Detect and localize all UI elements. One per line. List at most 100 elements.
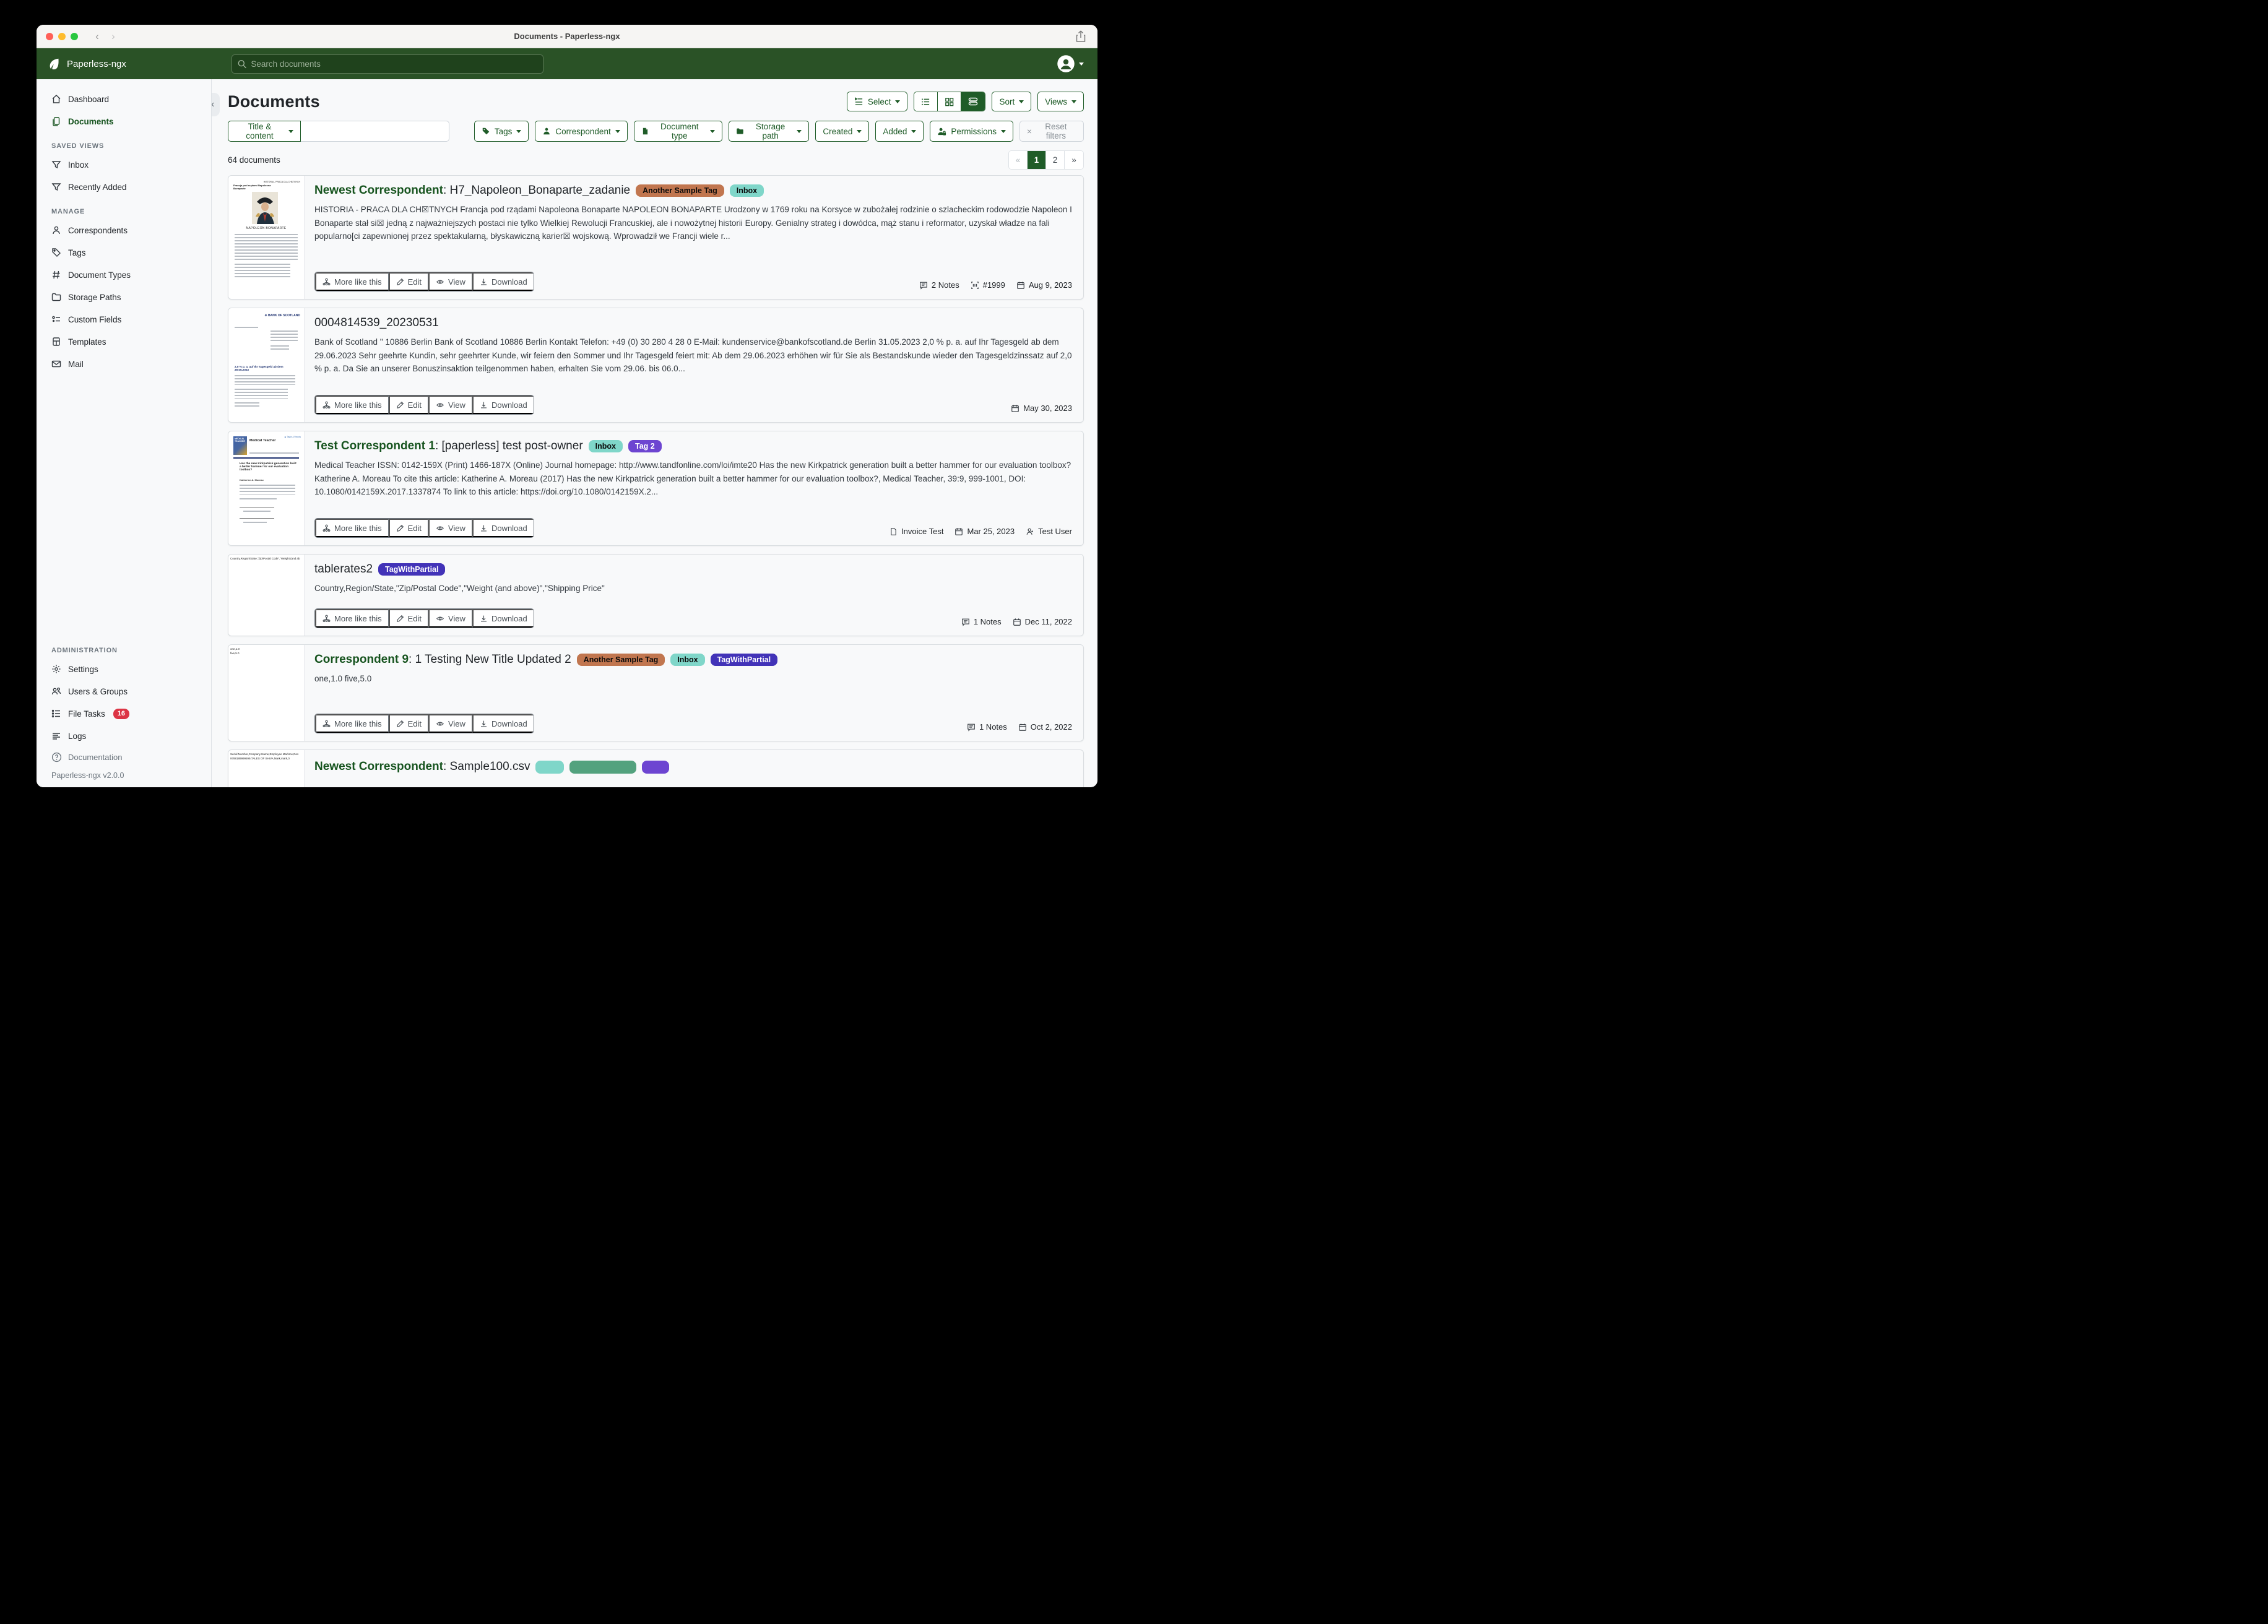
tag-pill[interactable] — [535, 761, 564, 774]
filter-permissions-button[interactable]: Permissions — [930, 121, 1013, 142]
notes-meta[interactable]: 1 Notes — [961, 617, 1002, 626]
tag-pill[interactable]: TagWithPartial — [378, 563, 445, 576]
more-like-this-button[interactable]: More like this — [315, 609, 389, 628]
sidebar-item-file-tasks[interactable]: File Tasks 16 — [37, 702, 211, 725]
document-thumbnail[interactable]: HISTORIA - PRACA DLA CHĘTNYCH Francja po… — [228, 176, 305, 299]
thumb-text: five,5.0 — [230, 652, 240, 655]
document-thumbnail[interactable]: ✳ BANK OF SCOTLAND 2,0 % p. a. auf Ihr T… — [228, 308, 305, 422]
select-button[interactable]: Select — [847, 92, 908, 111]
tag-pill[interactable]: Another Sample Tag — [636, 184, 724, 197]
sidebar-item-dashboard[interactable]: Dashboard — [37, 88, 211, 110]
pagination-next-button[interactable]: » — [1065, 151, 1083, 169]
sidebar-collapse-button[interactable]: « — [212, 93, 220, 116]
document-thumbnail[interactable]: one,1.0 five,5.0 — [228, 645, 305, 741]
download-button[interactable]: Download — [472, 519, 534, 537]
filter-text-input[interactable] — [301, 121, 449, 142]
pagination-page-1-button[interactable]: 1 — [1028, 151, 1046, 169]
filter-correspondent-button[interactable]: Correspondent — [535, 121, 627, 142]
global-search[interactable] — [232, 54, 543, 74]
document-thumbnail[interactable]: Serial Number,Company Name,Employee Mark… — [228, 750, 305, 787]
views-button[interactable]: Views — [1037, 92, 1084, 111]
sidebar-item-custom-fields[interactable]: Custom Fields — [37, 308, 211, 330]
tag-pill[interactable]: Inbox — [670, 654, 704, 667]
more-like-this-button[interactable]: More like this — [315, 395, 389, 414]
documents-icon — [51, 116, 61, 126]
edit-button[interactable]: Edit — [389, 714, 428, 733]
download-button[interactable]: Download — [472, 609, 534, 628]
browser-forward-icon[interactable]: › — [108, 30, 119, 43]
filter-document-type-button[interactable]: Document type — [634, 121, 722, 142]
pencil-icon — [396, 720, 404, 728]
tag-pill[interactable]: TagWithPartial — [711, 654, 777, 667]
close-window-button[interactable] — [46, 33, 53, 40]
filter-added-button[interactable]: Added — [875, 121, 924, 142]
view-button[interactable]: View — [428, 272, 472, 291]
notes-meta[interactable]: 1 Notes — [967, 722, 1007, 732]
download-button[interactable]: Download — [472, 395, 534, 414]
tag-pill[interactable] — [569, 761, 636, 774]
pagination-page-2-button[interactable]: 2 — [1046, 151, 1065, 169]
download-button[interactable]: Download — [472, 272, 534, 291]
tag-pill[interactable] — [642, 761, 669, 774]
sidebar-item-mail[interactable]: Mail — [37, 353, 211, 375]
more-like-this-button[interactable]: More like this — [315, 519, 389, 537]
document-thumbnail[interactable]: MEDICAL TEACHER Medical Teacher ◉ Taylor… — [228, 431, 305, 545]
sidebar-item-users-groups[interactable]: Users & Groups — [37, 680, 211, 702]
more-like-this-button[interactable]: More like this — [315, 714, 389, 733]
more-like-this-button[interactable]: More like this — [315, 272, 389, 291]
filter-storage-path-button[interactable]: Storage path — [729, 121, 809, 142]
reset-filters-button[interactable]: × Reset filters — [1019, 121, 1084, 142]
document-title[interactable]: Test Correspondent 1: [paperless] test p… — [314, 439, 583, 453]
user-menu[interactable] — [1057, 55, 1084, 72]
sidebar-item-label: File Tasks — [68, 709, 105, 719]
view-mode-large-cards-button[interactable] — [961, 92, 985, 111]
filter-created-button[interactable]: Created — [815, 121, 869, 142]
tag-pill[interactable]: Inbox — [589, 440, 623, 453]
document-title[interactable]: Newest Correspondent: H7_Napoleon_Bonapa… — [314, 184, 630, 197]
edit-button[interactable]: Edit — [389, 609, 428, 628]
sidebar-item-document-types[interactable]: Document Types — [37, 264, 211, 286]
document-title[interactable]: Newest Correspondent: Sample100.csv — [314, 760, 530, 774]
view-button[interactable]: View — [428, 519, 472, 537]
document-title[interactable]: 0004814539_20230531 — [314, 316, 439, 330]
download-button[interactable]: Download — [472, 714, 534, 733]
view-button[interactable]: View — [428, 609, 472, 628]
sidebar-item-templates[interactable]: Templates — [37, 330, 211, 353]
tag-icon — [482, 127, 490, 136]
sidebar-item-storage-paths[interactable]: Storage Paths — [37, 286, 211, 308]
view-button[interactable]: View — [428, 395, 472, 414]
browser-back-icon[interactable]: ‹ — [92, 30, 103, 43]
notes-meta[interactable]: 2 Notes — [919, 280, 959, 290]
tag-pill[interactable]: Tag 2 — [628, 440, 662, 453]
asn-barcode-icon — [971, 281, 979, 290]
sidebar-item-documents[interactable]: Documents — [37, 110, 211, 132]
zoom-window-button[interactable] — [71, 33, 78, 40]
edit-button[interactable]: Edit — [389, 395, 428, 414]
sidebar-item-recently-added[interactable]: Recently Added — [37, 176, 211, 198]
share-icon[interactable] — [1075, 30, 1086, 43]
sort-button[interactable]: Sort — [992, 92, 1031, 111]
sidebar-item-inbox[interactable]: Inbox — [37, 153, 211, 176]
document-thumbnail[interactable]: Country,Region/State,"Zip/Postal Code","… — [228, 555, 305, 636]
view-mode-table-button[interactable] — [914, 92, 938, 111]
sidebar-item-documentation[interactable]: Documentation — [37, 747, 211, 767]
app-brand[interactable]: Paperless-ngx — [48, 57, 126, 71]
search-input[interactable] — [251, 59, 537, 69]
pagination-prev-button[interactable]: « — [1009, 151, 1028, 169]
edit-button[interactable]: Edit — [389, 272, 428, 291]
document-title[interactable]: Correspondent 9: 1 Testing New Title Upd… — [314, 653, 571, 667]
minimize-window-button[interactable] — [58, 33, 66, 40]
tag-pill[interactable]: Inbox — [730, 184, 764, 197]
document-title[interactable]: tablerates2 — [314, 563, 373, 576]
sidebar-item-correspondents[interactable]: Correspondents — [37, 219, 211, 241]
sidebar-item-logs[interactable]: Logs — [37, 725, 211, 747]
eye-icon — [436, 615, 444, 623]
filter-field-button[interactable]: Title & content — [228, 121, 301, 142]
tag-pill[interactable]: Another Sample Tag — [577, 654, 665, 667]
sidebar-item-settings[interactable]: Settings — [37, 658, 211, 680]
view-mode-small-cards-button[interactable] — [938, 92, 961, 111]
filter-tags-button[interactable]: Tags — [474, 121, 529, 142]
edit-button[interactable]: Edit — [389, 519, 428, 537]
view-button[interactable]: View — [428, 714, 472, 733]
sidebar-item-tags[interactable]: Tags — [37, 241, 211, 264]
